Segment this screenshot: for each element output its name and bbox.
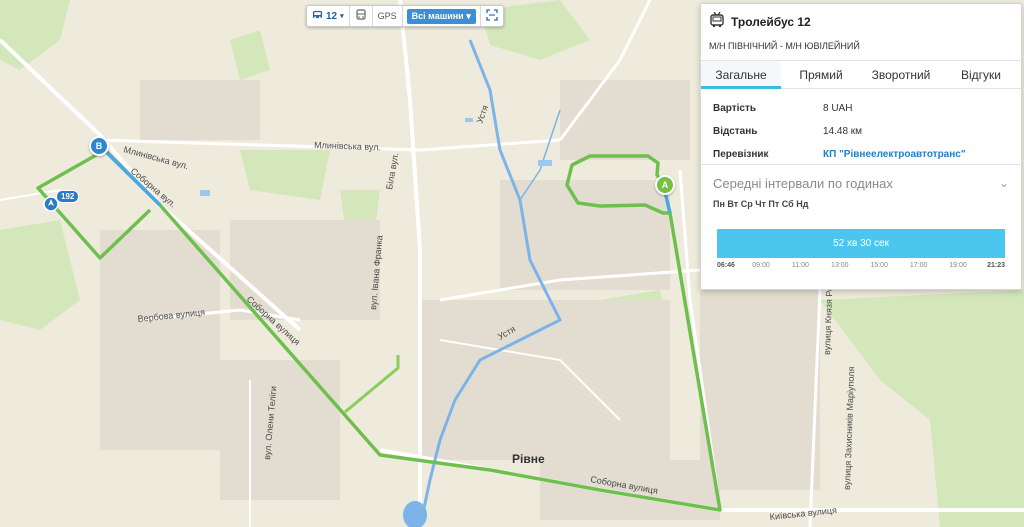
expand-icon (486, 8, 498, 24)
intervals-title: Середні інтервали по годинах (713, 175, 893, 191)
route-number-button[interactable]: 12 ▾ (307, 6, 350, 26)
time-tick-label: 17:00 (909, 262, 928, 269)
distance-label: Відстань (713, 126, 758, 137)
panel-tabs: Загальне Прямий Зворотний Відгуки (701, 60, 1021, 89)
weekdays-label: Пн Вт Ср Чт Пт Сб Нд (713, 199, 809, 209)
route-title: Тролейбус 12 (731, 14, 811, 29)
gps-button[interactable]: GPS (373, 6, 403, 26)
carrier-link[interactable]: КП "Рівнеелектроавтотранс" (823, 149, 966, 160)
tab-reverse[interactable]: Зворотний (861, 61, 941, 88)
tab-reviews[interactable]: Відгуки (941, 61, 1021, 88)
tab-forward[interactable]: Прямий (781, 61, 861, 88)
route-subtitle: М/Н ПІВНІЧНИЙ - М/Н ЮВІЛЕЙНИЙ (709, 41, 860, 51)
trolleybus-icon (709, 11, 725, 31)
time-axis: 06:46 21:23 09:00 11:00 13:00 15:00 17:00 19:… (717, 262, 1005, 274)
time-start-label: 06:46 (717, 262, 735, 269)
bus-icon (355, 8, 367, 24)
interval-value: 52 хв 30 сек (833, 238, 889, 249)
trolleybus-icon (312, 9, 323, 23)
distance-value: 14.48 км (823, 126, 863, 137)
intervals-header[interactable]: Середні інтервали по годинах ⌄ (713, 165, 1009, 201)
interval-bar[interactable]: 52 хв 30 сек (717, 229, 1005, 258)
map-toolbar: 12 ▾ GPS Всі машини ▾ (306, 5, 504, 27)
city-name-label: Рівне (512, 452, 545, 466)
cost-label: Вартість (713, 103, 757, 114)
fit-bounds-button[interactable] (481, 6, 503, 26)
time-tick-label: 13:00 (831, 262, 849, 269)
route-start-marker[interactable]: A (655, 175, 675, 195)
route-info-panel: Тролейбус 12 М/Н ПІВНІЧНИЙ - М/Н ЮВІЛЕЙН… (700, 3, 1022, 290)
time-tick-label: 15:00 (870, 262, 888, 269)
vehicles-select[interactable]: Всі машини ▾ (403, 6, 481, 26)
intervals-chart: 52 хв 30 сек 06:46 21:23 09:00 11:00 13:00… (717, 229, 1005, 275)
vehicle-number-badge[interactable]: 192 (56, 190, 80, 203)
time-tick-label: 09:00 (752, 262, 770, 269)
intervals-section: Середні інтервали по годинах ⌄ Пн Вт Ср … (701, 164, 1021, 275)
cost-value: 8 UAH (823, 103, 853, 114)
time-tick-label: 11:00 (791, 262, 809, 269)
chevron-down-icon[interactable]: ⌄ (999, 176, 1009, 190)
route-info: Вартість 8 UAH Відстань 14.48 км Перевіз… (701, 89, 1021, 164)
time-end-label: 21:23 (987, 262, 1005, 269)
vehicles-toggle-button[interactable] (350, 6, 373, 26)
caret-down-icon: ▾ (340, 13, 344, 20)
tab-general[interactable]: Загальне (701, 61, 781, 89)
carrier-label: Перевізник (713, 149, 769, 160)
time-tick-label: 19:00 (949, 262, 967, 269)
route-end-marker[interactable]: B (89, 136, 109, 156)
route-number-label: 12 (326, 10, 338, 22)
vehicles-select-value: Всі машини (411, 10, 464, 21)
